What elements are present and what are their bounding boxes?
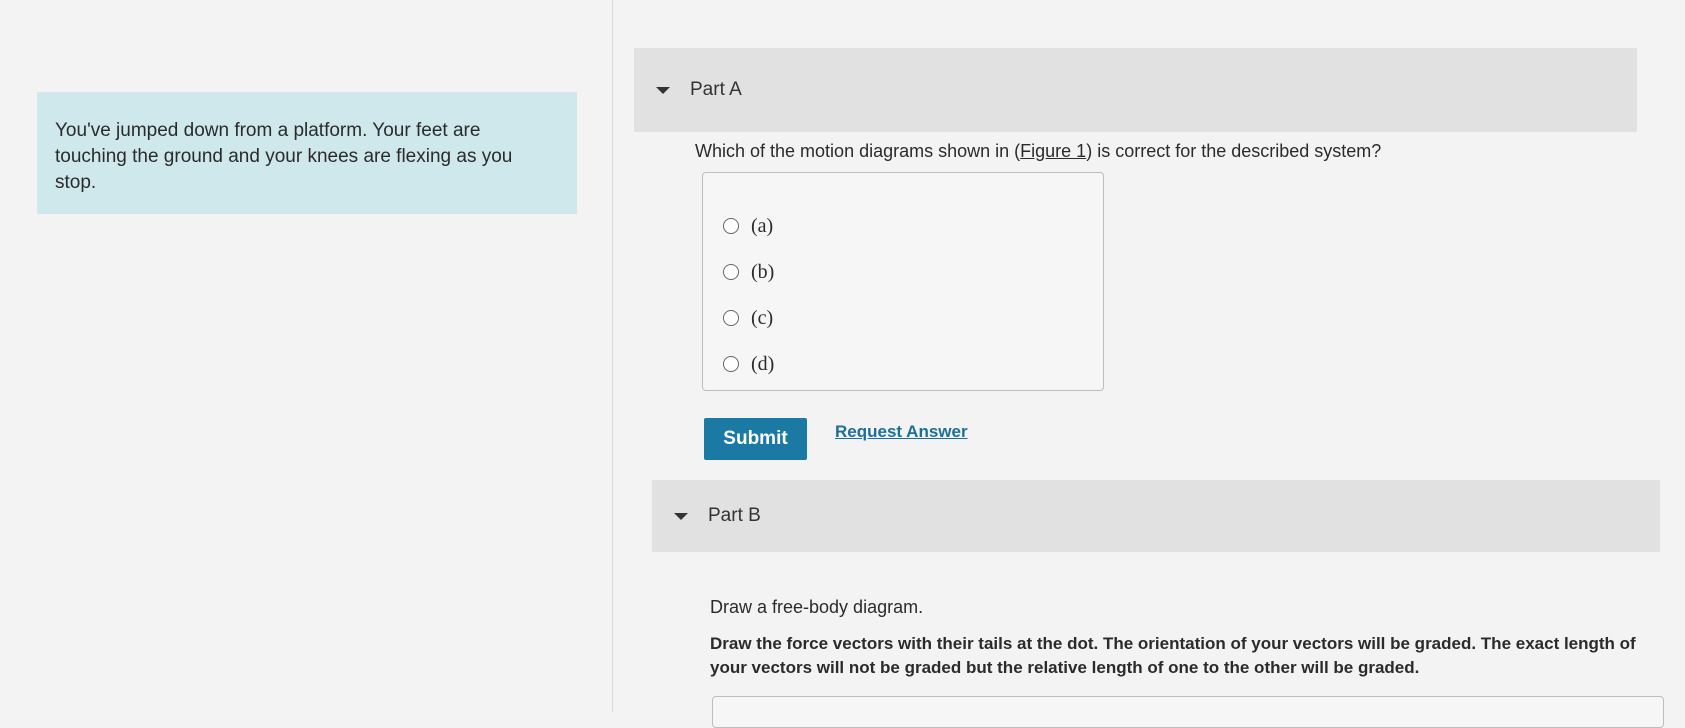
option-b-label[interactable]: (b) — [751, 261, 774, 284]
request-answer-link[interactable]: Request Answer — [835, 422, 968, 442]
part-b-title: Part B — [708, 505, 761, 526]
figure-1-link[interactable]: Figure 1 — [1020, 141, 1086, 161]
part-a-question: Which of the motion diagrams shown in (F… — [695, 141, 1381, 162]
option-d-label[interactable]: (d) — [751, 353, 774, 376]
free-body-diagram-canvas[interactable] — [712, 696, 1664, 728]
radio-button-b[interactable] — [723, 264, 739, 280]
option-a-label[interactable]: (a) — [751, 215, 773, 238]
option-c-label[interactable]: (c) — [751, 307, 773, 330]
part-a-header[interactable]: Part A — [634, 48, 1637, 132]
radio-button-c[interactable] — [723, 310, 739, 326]
option-c[interactable]: (c) — [723, 295, 1103, 341]
column-divider — [612, 0, 613, 712]
option-d[interactable]: (d) — [723, 341, 1103, 387]
problem-statement-box: You've jumped down from a platform. Your… — [37, 92, 577, 214]
question-text-end: ) is correct for the described system? — [1086, 141, 1382, 161]
part-b-header[interactable]: Part B — [652, 480, 1660, 552]
collapse-caret-icon[interactable] — [656, 86, 670, 94]
question-text-start: Which of the motion diagrams shown in ( — [695, 141, 1021, 161]
part-b-instructions: Draw the force vectors with their tails … — [710, 634, 1636, 677]
answer-options-box: (a) (b) (c) (d) — [702, 172, 1104, 391]
option-b[interactable]: (b) — [723, 249, 1103, 295]
part-b-prompt: Draw a free-body diagram. — [710, 597, 924, 617]
option-a[interactable]: (a) — [723, 203, 1103, 249]
radio-button-a[interactable] — [723, 218, 739, 234]
submit-button[interactable]: Submit — [704, 418, 807, 460]
radio-button-d[interactable] — [723, 356, 739, 372]
collapse-caret-icon[interactable] — [674, 512, 688, 520]
part-a-title: Part A — [690, 79, 742, 100]
problem-statement-text: You've jumped down from a platform. Your… — [55, 120, 513, 193]
